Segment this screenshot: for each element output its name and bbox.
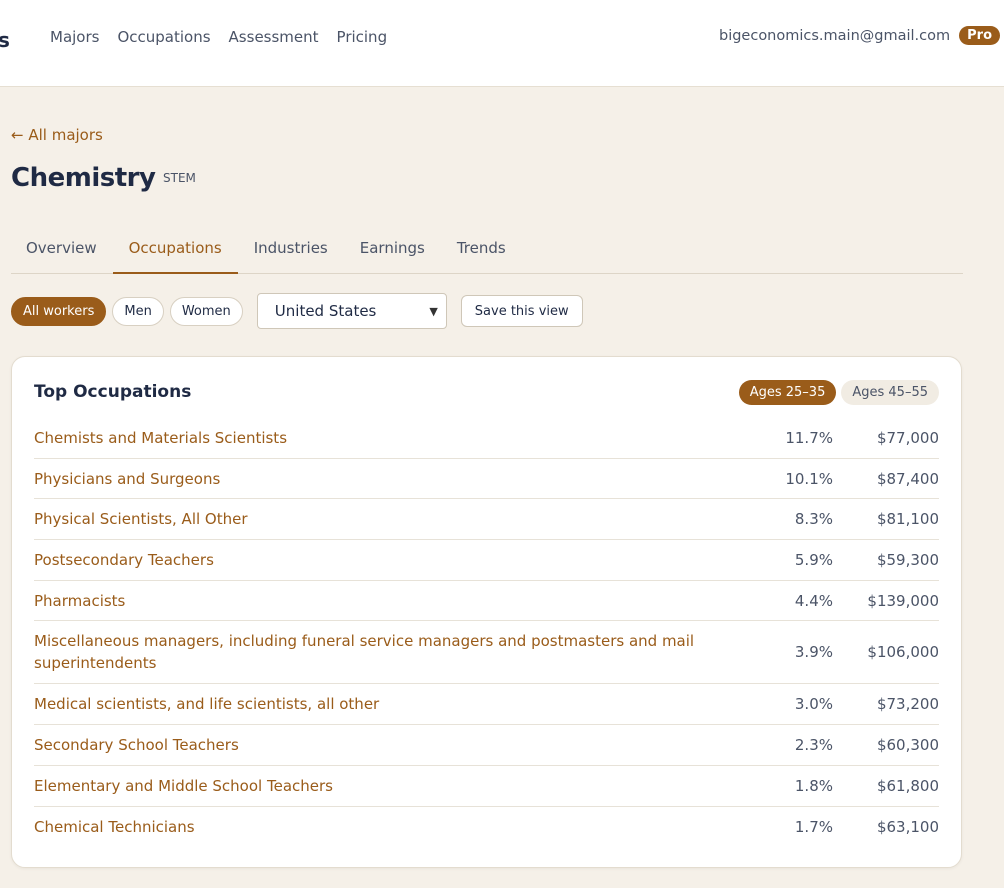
tab-earnings[interactable]: Earnings — [344, 234, 441, 274]
occupation-share: 11.7% — [785, 428, 833, 447]
occupation-share: 5.9% — [794, 550, 833, 569]
tab-bar: Overview Occupations Industries Earnings… — [11, 234, 963, 274]
filter-women[interactable]: Women — [169, 296, 243, 326]
occupation-share: 8.3% — [794, 510, 833, 529]
logo[interactable]: s — [0, 28, 10, 52]
nav-assessment[interactable]: Assessment — [229, 27, 319, 47]
occupation-salary: $81,100 — [876, 510, 939, 529]
tab-industries[interactable]: Industries — [238, 234, 344, 274]
occupation-salary: $106,000 — [867, 643, 939, 662]
page-title: Chemistry — [11, 163, 156, 193]
occupation-salary: $63,100 — [876, 817, 939, 836]
occupation-share: 10.1% — [785, 469, 833, 488]
category-tag: STEM — [163, 171, 196, 185]
table-row: Miscellaneous managers, including funera… — [34, 621, 939, 685]
occupation-share: 3.0% — [794, 695, 833, 714]
occupation-link[interactable]: Elementary and Middle School Teachers — [34, 775, 763, 797]
save-view-button[interactable]: Save this view — [460, 295, 583, 327]
occupation-share: 1.7% — [794, 817, 833, 836]
filter-all-workers[interactable]: All workers — [11, 296, 107, 326]
table-row: Physicians and Surgeons 10.1% $87,400 — [34, 459, 939, 500]
age-group-toggle: Ages 25–35 Ages 45–55 — [738, 380, 939, 405]
tab-overview[interactable]: Overview — [11, 234, 113, 274]
nav-majors[interactable]: Majors — [50, 27, 99, 47]
occupation-link[interactable]: Physical Scientists, All Other — [34, 508, 763, 530]
age-25-35-button[interactable]: Ages 25–35 — [738, 380, 837, 405]
occupation-link[interactable]: Postsecondary Teachers — [34, 549, 763, 571]
occupation-link[interactable]: Physicians and Surgeons — [34, 468, 763, 490]
occupation-share: 4.4% — [794, 591, 833, 610]
chevron-down-icon: ▼ — [429, 304, 438, 318]
tab-trends[interactable]: Trends — [441, 234, 522, 274]
occupation-salary: $73,200 — [876, 695, 939, 714]
tab-occupations[interactable]: Occupations — [112, 234, 238, 274]
region-select[interactable]: United States ▼ — [256, 293, 447, 329]
nav-occupations[interactable]: Occupations — [117, 27, 210, 47]
occupation-link[interactable]: Medical scientists, and life scientists,… — [34, 693, 763, 715]
occupation-salary: $61,800 — [876, 776, 939, 795]
occupation-link[interactable]: Secondary School Teachers — [34, 734, 763, 756]
table-row: Pharmacists 4.4% $139,000 — [34, 581, 939, 622]
table-row: Physical Scientists, All Other 8.3% $81,… — [34, 499, 939, 541]
account-email[interactable]: bigeconomics.main@gmail.com — [719, 28, 950, 44]
occupation-link[interactable]: Pharmacists — [34, 590, 763, 612]
account-area: bigeconomics.main@gmail.com Pro — [719, 26, 1000, 45]
table-row: Secondary School Teachers 2.3% $60,300 — [34, 725, 939, 766]
occupation-share: 1.8% — [794, 776, 833, 795]
occupation-salary: $59,300 — [876, 550, 939, 569]
table-row: Chemists and Materials Scientists 11.7% … — [34, 418, 939, 459]
age-45-55-button[interactable]: Ages 45–55 — [841, 380, 939, 405]
occupation-link[interactable]: Chemists and Materials Scientists — [34, 427, 763, 449]
table-row: Chemical Technicians 1.7% $63,100 — [34, 807, 939, 848]
occupation-salary: $60,300 — [876, 735, 939, 754]
top-occupations-card: Top Occupations Ages 25–35 Ages 45–55 Ch… — [11, 356, 962, 868]
table-row: Postsecondary Teachers 5.9% $59,300 — [34, 540, 939, 581]
occupation-salary: $139,000 — [867, 591, 939, 610]
main-nav: Majors Occupations Assessment Pricing — [50, 27, 387, 47]
back-to-majors-link[interactable]: ← All majors — [11, 126, 103, 144]
card-title: Top Occupations — [34, 382, 192, 402]
region-select-value: United States — [274, 302, 377, 320]
occupations-table: Chemists and Materials Scientists 11.7% … — [34, 418, 939, 847]
occupation-salary: $87,400 — [876, 469, 939, 488]
occupation-share: 3.9% — [794, 643, 833, 662]
table-row: Elementary and Middle School Teachers 1.… — [34, 766, 939, 807]
occupation-share: 2.3% — [794, 735, 833, 754]
top-navigation-bar: s Majors Occupations Assessment Pricing … — [0, 0, 1004, 87]
filter-bar: All workers Men Women United States ▼ Sa… — [11, 293, 583, 329]
nav-pricing[interactable]: Pricing — [337, 27, 388, 47]
occupation-link[interactable]: Chemical Technicians — [34, 816, 763, 838]
pro-badge: Pro — [959, 26, 1000, 45]
filter-men[interactable]: Men — [112, 296, 164, 326]
occupation-link[interactable]: Miscellaneous managers, including funera… — [34, 630, 763, 674]
table-row: Medical scientists, and life scientists,… — [34, 684, 939, 726]
occupation-salary: $77,000 — [876, 428, 939, 447]
